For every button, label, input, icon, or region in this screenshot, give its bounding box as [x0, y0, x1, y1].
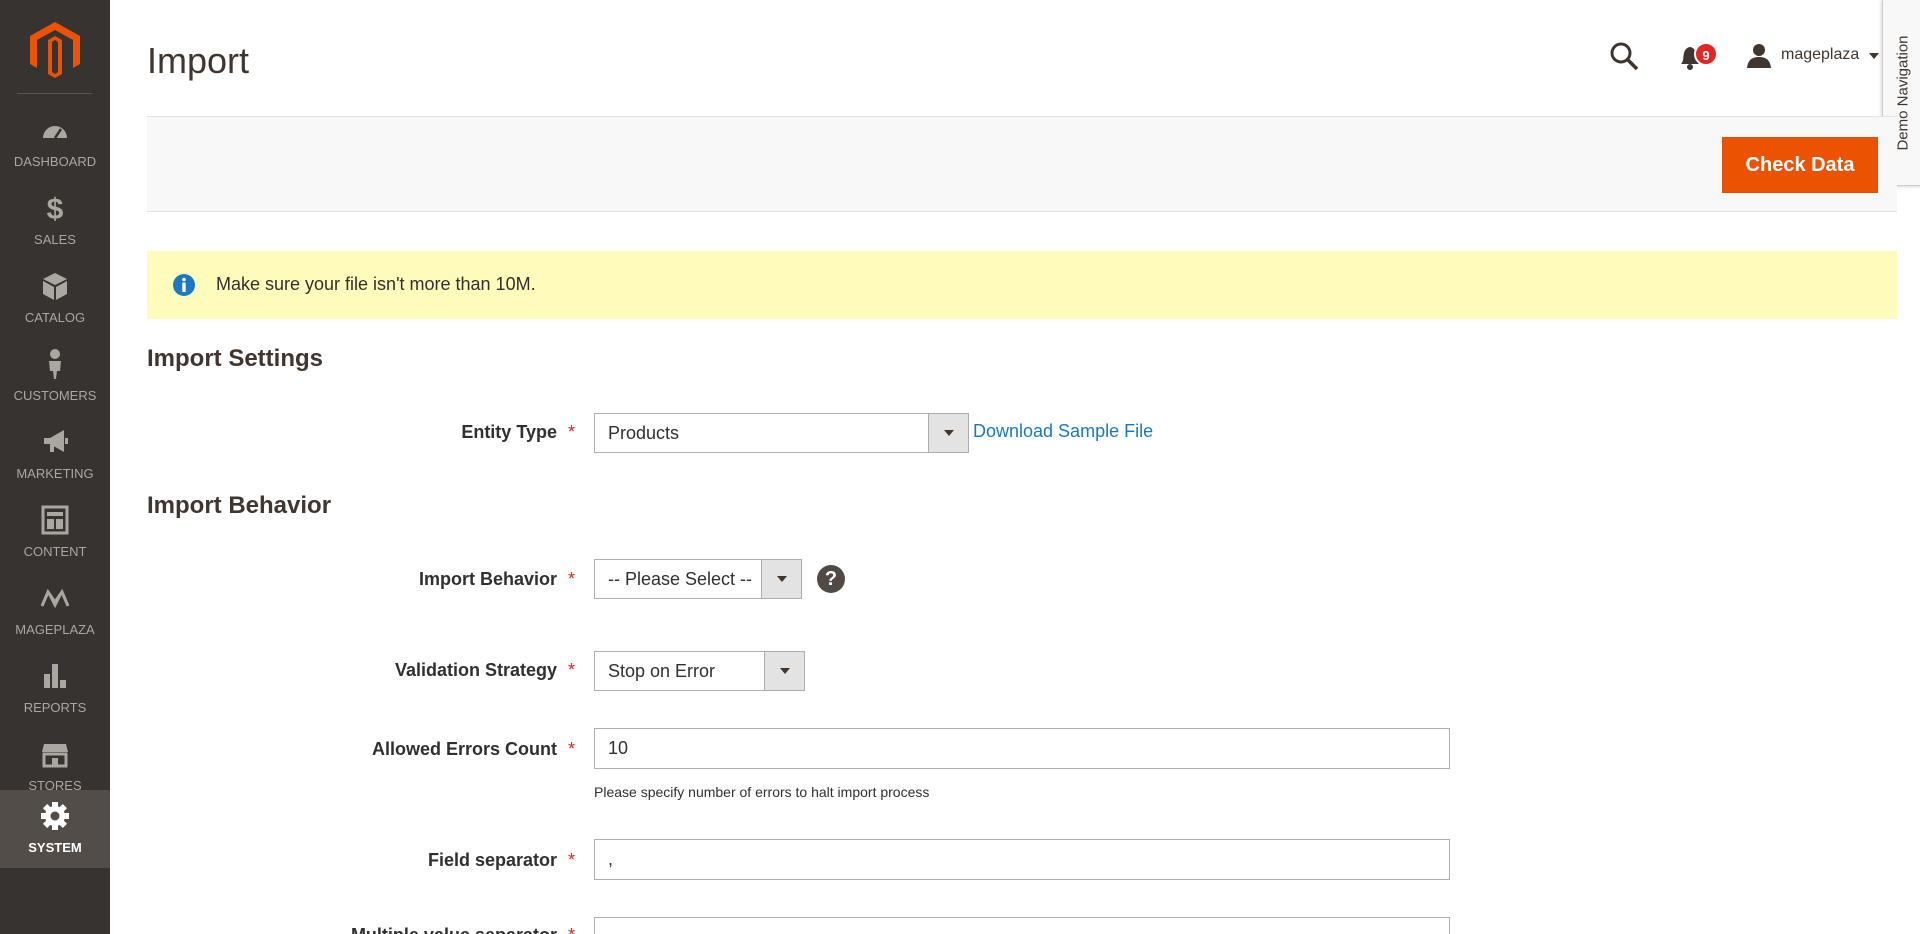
entity-type-label: Entity Type [461, 422, 557, 442]
import-behavior-value: -- Please Select -- [608, 569, 753, 589]
sidebar-item-sales[interactable]: $ SALES [0, 182, 110, 260]
magento-logo-icon[interactable] [30, 22, 80, 78]
sidebar-item-label: CATALOG [24, 310, 86, 325]
notifications-badge[interactable]: 9 [1694, 42, 1718, 66]
sidebar-item-label: MARKETING [16, 466, 94, 481]
field-separator-input[interactable] [594, 839, 1450, 880]
megaphone-icon [44, 430, 68, 452]
chevron-down-icon[interactable] [761, 560, 801, 598]
check-data-button[interactable]: Check Data [1722, 137, 1878, 193]
page-actions-bar [147, 116, 1897, 212]
validation-strategy-select[interactable]: Stop on Error [594, 651, 805, 691]
entity-type-select[interactable]: Products [594, 413, 969, 453]
entity-type-value: Products [608, 423, 680, 443]
required-marker: * [568, 660, 576, 680]
field-separator-label: Field separator [427, 850, 557, 870]
sidebar-item-catalog[interactable]: CATALOG [0, 260, 110, 338]
sidebar-item-system[interactable]: SYSTEM [0, 790, 110, 868]
sidebar-item-label: REPORTS [23, 700, 87, 715]
validation-strategy-label: Validation Strategy [394, 660, 557, 680]
page-title: Import [147, 40, 250, 81]
sidebar-item-label: MAGEPLAZA [15, 622, 95, 637]
store-icon [42, 744, 68, 768]
sidebar-item-reports[interactable]: REPORTS [0, 650, 110, 728]
dollar-icon: $ [47, 193, 64, 224]
user-icon[interactable] [1746, 42, 1772, 68]
required-marker: * [568, 850, 576, 870]
svg-text:$: $ [47, 193, 64, 224]
allowed-errors-count-note: Please specify number of errors to halt … [594, 784, 930, 800]
box-icon [43, 273, 67, 300]
required-marker: * [568, 422, 576, 442]
admin-sidebar: DASHBOARD $ SALES CATALOG CUSTOMERS MARK… [0, 0, 110, 934]
layout-icon [41, 505, 69, 535]
import-settings-title: Import Settings [147, 345, 324, 372]
sidebar-divider [17, 93, 92, 94]
sidebar-item-customers[interactable]: CUSTOMERS [0, 338, 110, 416]
search-icon[interactable] [1608, 40, 1640, 72]
help-icon[interactable]: ? [817, 565, 845, 593]
required-marker: * [568, 739, 576, 759]
import-behavior-select[interactable]: -- Please Select -- [594, 559, 802, 599]
sidebar-item-label: CONTENT [23, 544, 87, 559]
admin-user-name[interactable]: mageplaza [1781, 46, 1859, 64]
dashboard-icon [43, 126, 67, 139]
bar-chart-icon [44, 664, 66, 688]
info-icon [173, 274, 195, 296]
required-marker: * [568, 925, 575, 934]
sidebar-item-mageplaza[interactable]: MAGEPLAZA [0, 572, 110, 650]
allowed-errors-count-label: Allowed Errors Count [371, 739, 557, 759]
import-behavior-label: Import Behavior [418, 569, 557, 589]
multiple-value-separator-input[interactable] [594, 917, 1450, 934]
gear-icon [41, 802, 69, 830]
person-icon [49, 349, 61, 379]
sidebar-item-marketing[interactable]: MARKETING [0, 416, 110, 494]
sidebar-item-label: DASHBOARD [13, 154, 97, 169]
chevron-down-icon[interactable] [764, 652, 804, 690]
chevron-down-icon[interactable] [1869, 53, 1879, 59]
sidebar-item-content[interactable]: CONTENT [0, 494, 110, 572]
sidebar-item-label: SALES [34, 232, 76, 247]
chevron-down-icon[interactable] [928, 414, 968, 452]
validation-strategy-value: Stop on Error [608, 661, 716, 681]
sidebar-item-dashboard[interactable]: DASHBOARD [0, 104, 110, 182]
download-sample-file-link[interactable]: Download Sample File [973, 421, 1153, 442]
notice-text: Make sure your file isn't more than 10M. [216, 274, 536, 294]
import-behavior-title: Import Behavior [147, 492, 332, 519]
mageplaza-icon [40, 588, 70, 609]
multiple-value-separator-label: Multiple value separator [351, 925, 557, 934]
allowed-errors-count-input[interactable] [594, 728, 1450, 769]
sidebar-item-label: CUSTOMERS [13, 388, 97, 403]
sidebar-item-label: SYSTEM [28, 840, 82, 855]
required-marker: * [568, 569, 576, 589]
